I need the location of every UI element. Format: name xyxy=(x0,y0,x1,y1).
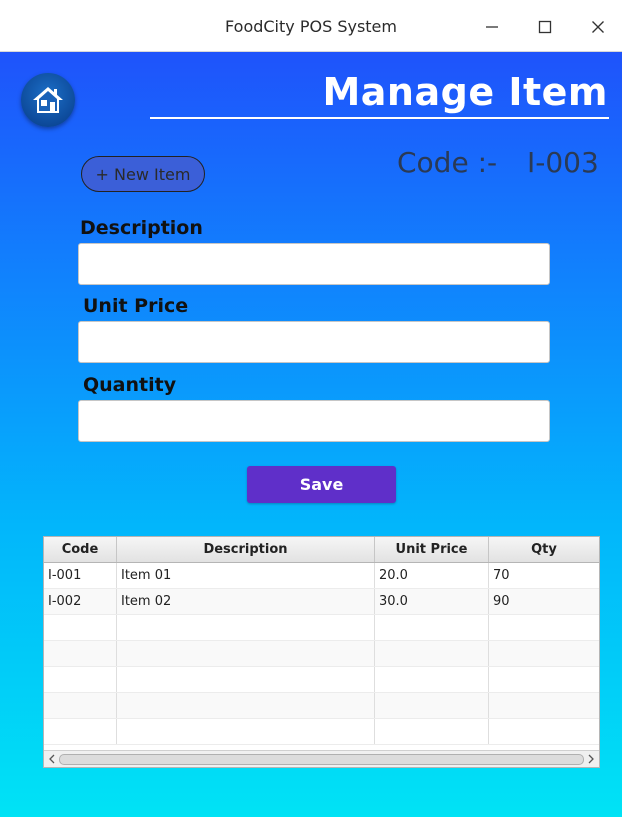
column-header-qty[interactable]: Qty xyxy=(489,537,599,562)
home-icon xyxy=(33,87,63,113)
main-content: Manage Item + New Item Code :- I-003 Des… xyxy=(0,52,622,817)
table-cell xyxy=(44,615,117,640)
table-cell: 30.0 xyxy=(375,589,489,614)
new-item-button[interactable]: + New Item xyxy=(81,156,205,192)
table-cell xyxy=(489,667,599,692)
window-title: FoodCity POS System xyxy=(225,17,397,36)
maximize-icon xyxy=(538,20,552,34)
title-underline xyxy=(150,117,609,119)
table-cell xyxy=(489,719,599,744)
unit-price-label: Unit Price xyxy=(83,295,189,317)
minimize-button[interactable] xyxy=(477,12,507,42)
table-cell xyxy=(44,719,117,744)
code-label: Code :- xyxy=(397,146,498,179)
chevron-right-icon xyxy=(588,754,594,764)
minimize-icon xyxy=(486,26,498,28)
quantity-label: Quantity xyxy=(83,374,177,396)
title-bar: FoodCity POS System xyxy=(0,0,622,52)
table-cell xyxy=(117,615,375,640)
table-cell xyxy=(375,641,489,666)
table-cell: 90 xyxy=(493,594,510,609)
table-cell xyxy=(44,641,117,666)
scroll-left-button[interactable] xyxy=(45,752,59,766)
close-icon xyxy=(592,21,604,33)
chevron-left-icon xyxy=(49,754,55,764)
table-cell xyxy=(44,693,117,718)
table-cell xyxy=(489,641,599,666)
table-cell xyxy=(44,667,117,692)
scroll-right-button[interactable] xyxy=(584,752,598,766)
table-row[interactable] xyxy=(44,641,599,667)
table-cell: 20.0 xyxy=(375,563,489,588)
table-header: Code Description Unit Price Qty xyxy=(44,537,599,563)
home-button[interactable] xyxy=(21,73,75,127)
column-header-unit-price[interactable]: Unit Price xyxy=(375,537,489,562)
table-cell xyxy=(375,719,489,744)
table-cell: I-002 xyxy=(44,589,117,614)
table-cell xyxy=(375,667,489,692)
table-row[interactable]: I-001 Item 01 20.0 70 xyxy=(44,563,599,589)
app-window: FoodCity POS System Manage Item + New It… xyxy=(0,0,622,817)
column-header-description[interactable]: Description xyxy=(117,537,375,562)
column-header-code[interactable]: Code xyxy=(44,537,117,562)
table-row[interactable] xyxy=(44,615,599,641)
table-cell xyxy=(117,693,375,718)
save-button[interactable]: Save xyxy=(247,466,396,503)
code-value: I-003 xyxy=(527,146,599,179)
unit-price-input[interactable] xyxy=(78,321,550,363)
table-cell xyxy=(117,667,375,692)
table-cell xyxy=(375,615,489,640)
table-cell xyxy=(375,693,489,718)
table-cell xyxy=(117,719,375,744)
table-cell xyxy=(489,693,599,718)
quantity-input[interactable] xyxy=(78,400,550,442)
table-row[interactable]: I-002 Item 02 30.0 90 xyxy=(44,589,599,615)
table-row[interactable] xyxy=(44,667,599,693)
horizontal-scrollbar[interactable] xyxy=(44,750,599,767)
table-row[interactable] xyxy=(44,693,599,719)
table-cell: Item 02 xyxy=(117,589,375,614)
table-row[interactable] xyxy=(44,719,599,745)
close-button[interactable] xyxy=(583,12,613,42)
description-input[interactable] xyxy=(78,243,550,285)
description-label: Description xyxy=(80,217,203,239)
maximize-button[interactable] xyxy=(530,12,560,42)
table-cell: 70 xyxy=(493,568,510,583)
scrollbar-thumb[interactable] xyxy=(59,754,584,765)
table-cell xyxy=(117,641,375,666)
page-title: Manage Item xyxy=(322,70,608,114)
table-cell xyxy=(489,615,599,640)
table-cell: Item 01 xyxy=(117,563,375,588)
table-cell: I-001 xyxy=(44,563,117,588)
items-table[interactable]: Code Description Unit Price Qty I-001 It… xyxy=(43,536,600,768)
